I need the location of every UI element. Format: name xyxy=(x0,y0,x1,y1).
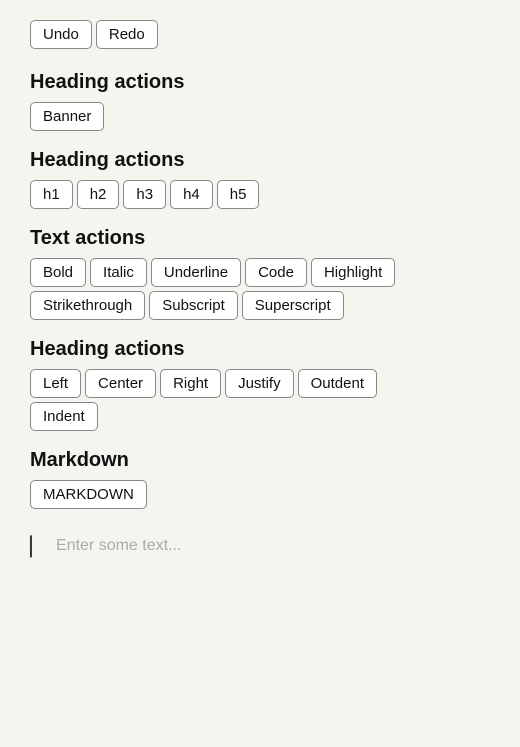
heading-actions-1-section: Heading actions Banner xyxy=(30,71,490,131)
banner-button[interactable]: Banner xyxy=(30,102,104,131)
text-actions-row-0: BoldItalicUnderlineCodeHighlight xyxy=(30,258,490,287)
left-button[interactable]: Left xyxy=(30,369,81,398)
bold-button[interactable]: Bold xyxy=(30,258,86,287)
markdown-title: Markdown xyxy=(30,449,490,472)
h3-button[interactable]: h3 xyxy=(123,180,166,209)
h2-button[interactable]: h2 xyxy=(77,180,120,209)
code-button[interactable]: Code xyxy=(245,258,307,287)
heading-actions-3-title: Heading actions xyxy=(30,338,490,361)
heading-actions-1-title: Heading actions xyxy=(30,71,490,94)
text-placeholder: Enter some text... xyxy=(56,533,181,555)
heading-actions-1-row-0: Banner xyxy=(30,102,490,131)
heading-actions-3-section: Heading actions LeftCenterRightJustifyOut… xyxy=(30,338,490,431)
heading-actions-2-row-0: h1h2h3h4h5 xyxy=(30,180,490,209)
cursor-icon: ⎸ xyxy=(30,535,52,557)
heading-actions-2-title: Heading actions xyxy=(30,149,490,172)
markdown-section: Markdown MARKDOWN xyxy=(30,449,490,509)
text-actions-title: Text actions xyxy=(30,227,490,250)
indent-button[interactable]: Indent xyxy=(30,402,98,431)
text-actions-row-1: StrikethroughSubscriptSuperscript xyxy=(30,291,490,320)
h1-button[interactable]: h1 xyxy=(30,180,73,209)
heading-actions-3-row-1: Indent xyxy=(30,402,490,431)
heading-actions-3-row-0: LeftCenterRightJustifyOutdent xyxy=(30,369,490,398)
redo-button[interactable]: Redo xyxy=(96,20,158,49)
text-actions-section: Text actions BoldItalicUnderlineCodeHighl… xyxy=(30,227,490,320)
top-buttons-row: UndoRedo xyxy=(30,20,490,49)
text-input-area: ⎸ Enter some text... xyxy=(30,533,490,557)
highlight-button[interactable]: Highlight xyxy=(311,258,395,287)
subscript-button[interactable]: Subscript xyxy=(149,291,238,320)
superscript-button[interactable]: Superscript xyxy=(242,291,344,320)
strikethrough-button[interactable]: Strikethrough xyxy=(30,291,145,320)
underline-button[interactable]: Underline xyxy=(151,258,241,287)
h5-button[interactable]: h5 xyxy=(217,180,260,209)
outdent-button[interactable]: Outdent xyxy=(298,369,377,398)
markdown-button[interactable]: MARKDOWN xyxy=(30,480,147,509)
justify-button[interactable]: Justify xyxy=(225,369,294,398)
markdown-row-0: MARKDOWN xyxy=(30,480,490,509)
h4-button[interactable]: h4 xyxy=(170,180,213,209)
undo-button[interactable]: Undo xyxy=(30,20,92,49)
heading-actions-2-section: Heading actions h1h2h3h4h5 xyxy=(30,149,490,209)
italic-button[interactable]: Italic xyxy=(90,258,147,287)
center-button[interactable]: Center xyxy=(85,369,156,398)
right-button[interactable]: Right xyxy=(160,369,221,398)
